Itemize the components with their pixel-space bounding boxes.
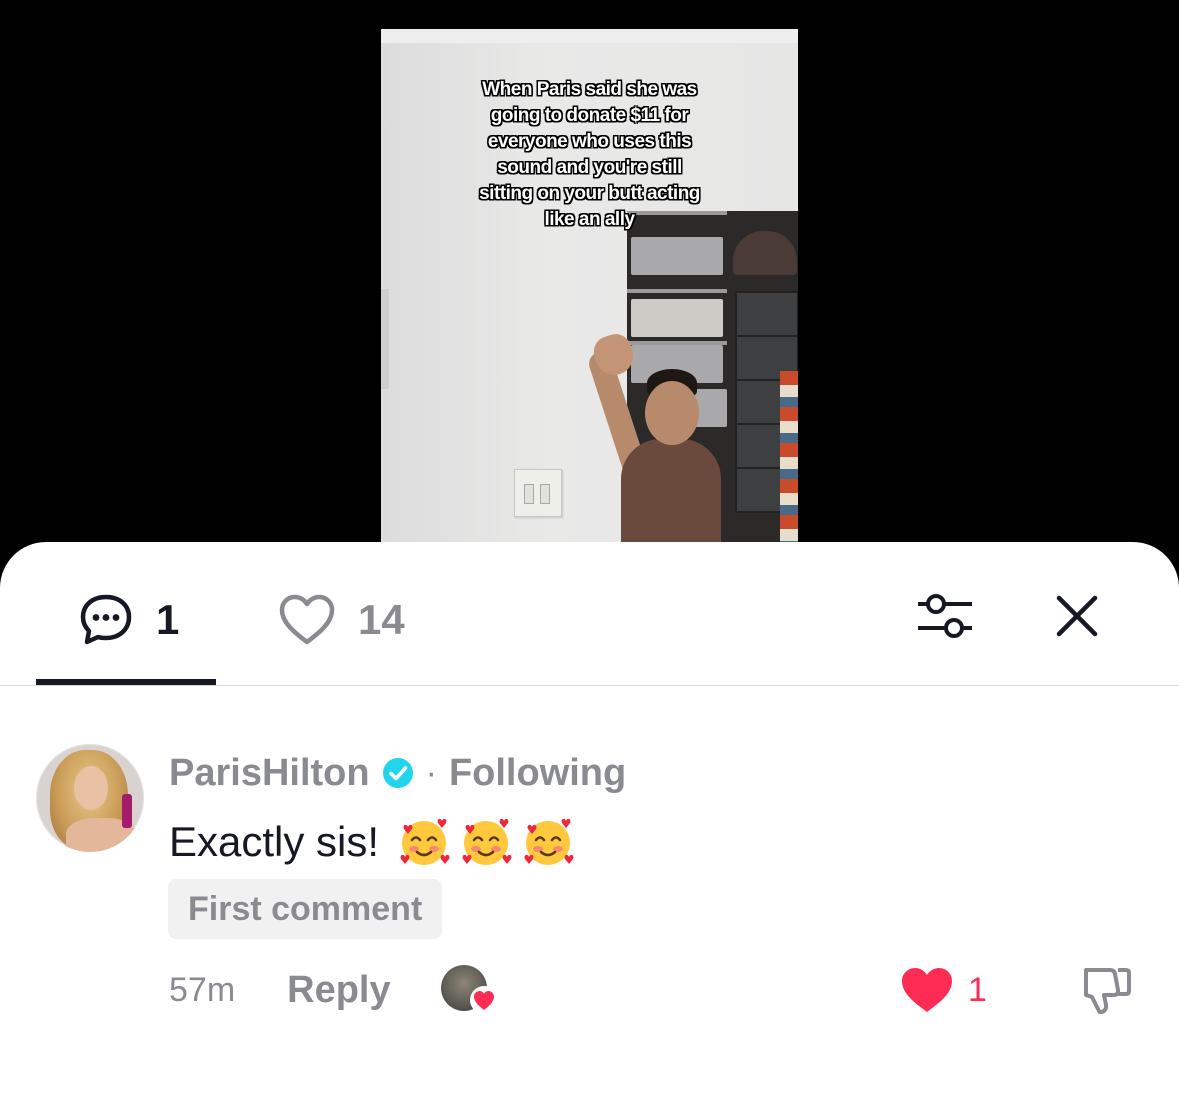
smiling-face-with-hearts-icon	[524, 818, 574, 865]
comment-text: Exactly sis!	[169, 814, 583, 870]
heart-filled-icon	[902, 968, 952, 1012]
comment-bubble-icon	[80, 594, 132, 645]
thumbs-down-icon	[1084, 968, 1131, 1014]
following-label: Following	[448, 751, 627, 794]
person-waving	[585, 329, 727, 549]
heart-badge-icon	[469, 986, 498, 1014]
close-button[interactable]	[1052, 588, 1102, 644]
comments-count: 1	[156, 596, 180, 643]
creator-liked-indicator	[440, 965, 499, 1015]
close-icon	[1056, 595, 1098, 637]
first-comment-badge: First comment	[168, 879, 443, 939]
video-caption: When Paris said she was going to donate …	[479, 79, 700, 230]
comment-actions: 57m Reply	[169, 962, 499, 1018]
comment-like-button[interactable]: 1	[900, 962, 987, 1018]
screen: When Paris said she was going to donate …	[0, 0, 1179, 1115]
comment-body: Exactly sis!	[169, 818, 380, 865]
video-player[interactable]: When Paris said she was going to donate …	[381, 29, 798, 549]
smiling-face-with-hearts-icon	[400, 818, 450, 865]
comments-sheet: 1 14 ParisHilton · Following Exactly sis…	[0, 542, 1179, 1115]
wall-shadow	[381, 289, 389, 389]
dislike-button[interactable]	[1080, 964, 1134, 1016]
sliders-icon	[918, 594, 972, 638]
comment-meta: ParisHilton · Following	[169, 750, 626, 796]
tab-comments[interactable]: 1	[78, 590, 179, 650]
avatar[interactable]	[36, 744, 144, 852]
filter-button[interactable]	[914, 588, 976, 644]
ceiling	[381, 29, 798, 43]
reply-button[interactable]: Reply	[287, 969, 390, 1012]
sheet-tabs: 1 14	[0, 542, 1179, 686]
username[interactable]: ParisHilton	[169, 752, 370, 795]
verified-badge-icon	[382, 758, 413, 788]
heart-outline-icon	[279, 594, 335, 645]
comment-timestamp: 57m	[169, 970, 236, 1009]
light-switch	[514, 469, 562, 517]
emoji-group	[397, 815, 583, 869]
comment-item: ParisHilton · Following Exactly sis! Fir…	[0, 742, 1179, 1042]
smiling-face-with-hearts-icon	[462, 818, 512, 865]
tab-likes[interactable]: 14	[278, 590, 405, 650]
comment-like-count: 1	[968, 970, 987, 1009]
tabs-divider	[0, 685, 1179, 686]
separator-dot: ·	[425, 753, 437, 792]
likes-count: 14	[358, 596, 405, 643]
